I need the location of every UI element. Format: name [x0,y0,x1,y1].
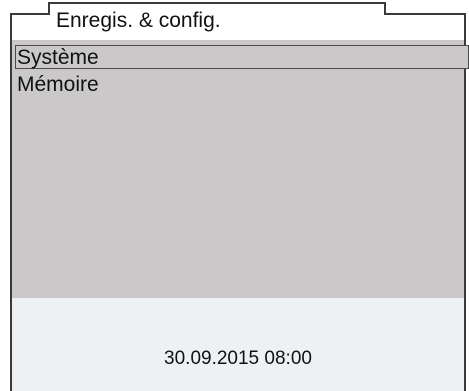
header-tab-line-right [386,13,466,15]
menu-item-label: Mémoire [17,73,99,96]
status-area [12,298,464,391]
menu-title: Enregis. & config. [56,9,221,32]
menu-item-systeme[interactable]: Système [15,45,469,69]
device-screen: Enregis. & config. Système Mémoire 30.09… [0,0,469,391]
menu-item-memoire[interactable]: Mémoire [16,73,462,97]
header-tab-line-left [10,13,48,15]
frame-right-border [464,13,466,391]
menu-item-label: Système [17,46,99,69]
header-tab-top-edge [48,2,386,4]
date-time-display: 30.09.2015 08:00 [164,348,312,369]
